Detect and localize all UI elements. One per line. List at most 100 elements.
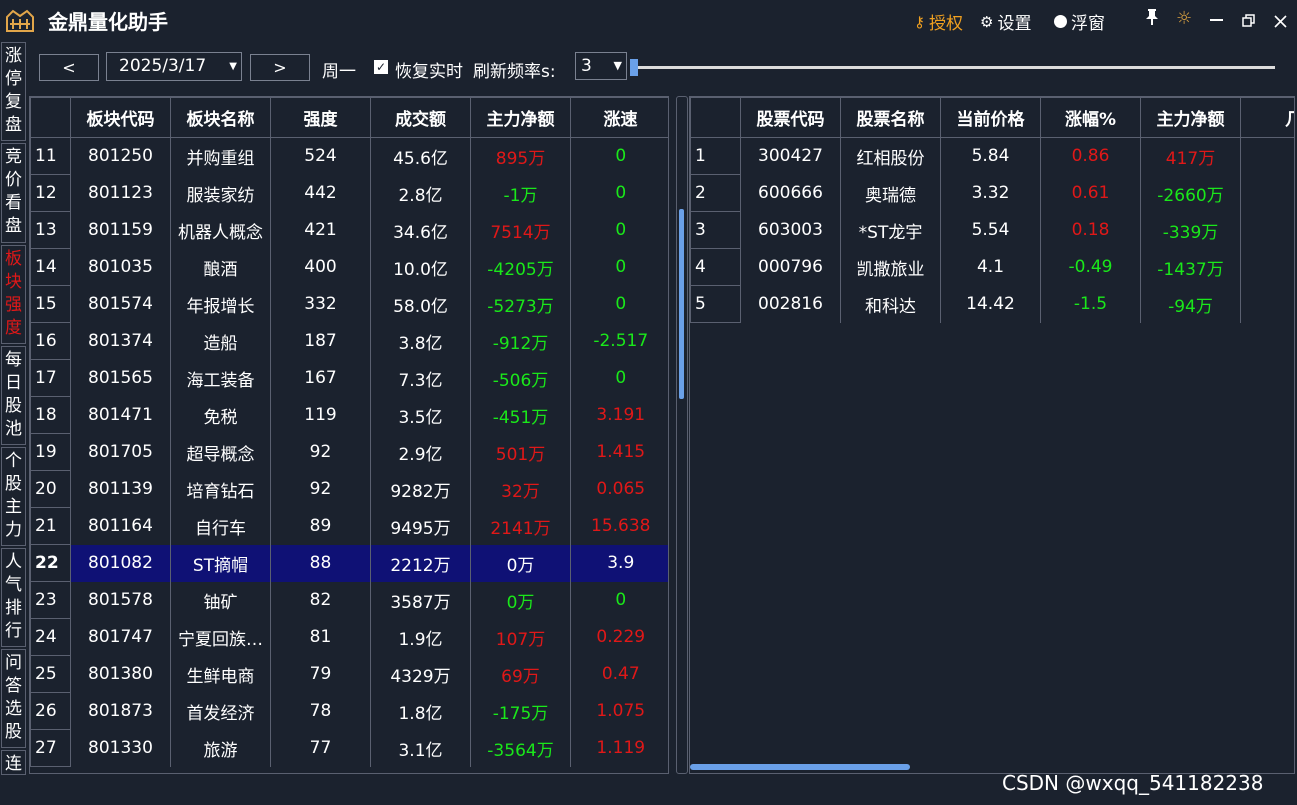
sector-name-cell: 机器人概念 [170,211,271,249]
table-row[interactable]: 17 801565 海工装备 167 7.3亿 -506万 0 [30,359,668,397]
strength-cell: 524 [270,137,371,175]
table-row[interactable]: 25 801380 生鲜电商 79 4329万 69万 0.47 [30,655,668,693]
sidenav-item-stock-main[interactable]: 个股主力 [1,447,26,546]
sector-code-cell: 801380 [70,655,171,693]
main-net-cell: 2141万 [470,507,571,545]
row-number: 2 [690,174,741,212]
volume-cell: 58.0亿 [370,285,471,323]
settings-button[interactable]: ⚙ 设置 [980,9,1031,35]
sidenav-item-sector-strength[interactable]: 板块强度 [1,245,26,344]
header-sector-code[interactable]: 板块代码 [70,97,171,138]
theme-sun-icon[interactable]: ☼ [1176,8,1192,29]
volume-cell: 1.9亿 [370,618,471,656]
sector-name-cell: 自行车 [170,507,271,545]
minimize-icon[interactable] [1210,6,1224,31]
volume-cell: 3.5亿 [370,396,471,434]
refresh-rate-label: 刷新频率s: [473,62,556,82]
table-row[interactable]: 23 801578 铀矿 82 3587万 0万 0 [30,581,668,619]
table-row[interactable]: 12 801123 服装家纺 442 2.8亿 -1万 0 [30,174,668,212]
vertical-scrollbar[interactable] [676,96,688,774]
table-row[interactable]: 18 801471 免税 119 3.5亿 -451万 3.191 [30,396,668,434]
sidenav-item-auction[interactable]: 竞价看盘 [1,143,26,243]
sector-name-cell: 造船 [170,322,271,360]
key-icon: ⚷ [914,12,925,31]
strength-cell: 119 [270,396,371,434]
header-change-pct[interactable]: 涨幅% [1040,97,1141,138]
sidenav-item-popularity[interactable]: 人气排行 [1,548,26,647]
strength-cell: 78 [270,692,371,730]
speed-cell: 0 [570,359,668,397]
speed-cell: 15.638 [570,507,668,545]
strength-cell: 79 [270,655,371,693]
sidenav-item-limit-up-review[interactable]: 涨停复盘 [1,42,26,141]
table-row[interactable]: 13 801159 机器人概念 421 34.6亿 7514万 0 [30,211,668,249]
table-row[interactable]: 27 801330 旅游 77 3.1亿 -3564万 1.119 [30,729,668,767]
strength-cell: 167 [270,359,371,397]
row-number: 19 [30,433,71,471]
table-row[interactable]: 4 000796 凯撒旅业 4.1 -0.49 -1437万 [690,248,1294,286]
table-row[interactable]: 11 801250 并购重组 524 45.6亿 895万 0 [30,137,668,175]
table-row[interactable]: 3 603003 *ST龙宇 5.54 0.18 -339万 [690,211,1294,249]
sidenav-item-more[interactable]: 连 [1,750,26,775]
sector-code-cell: 801123 [70,174,171,212]
change-pct-cell: -1.5 [1040,285,1141,323]
header-speed[interactable]: 涨速 [570,97,668,138]
row-number: 22 [30,544,71,582]
speed-cell: 0 [570,211,668,249]
main-net-cell: -451万 [470,396,571,434]
header-stock-name[interactable]: 股票名称 [840,97,941,138]
header-main-net[interactable]: 主力净额 [1140,97,1241,138]
sector-code-cell: 801574 [70,285,171,323]
row-number: 27 [30,729,71,767]
board-count-cell [1240,211,1294,249]
speed-cell: 1.119 [570,729,668,767]
sector-code-cell: 801873 [70,692,171,730]
horizontal-scrollbar-thumb[interactable] [690,764,910,770]
table-row[interactable]: 15 801574 年报增长 332 58.0亿 -5273万 0 [30,285,668,323]
board-count-cell [1240,137,1294,175]
table-row[interactable]: 20 801139 培育钻石 92 9282万 32万 0.065 [30,470,668,508]
table-row[interactable]: 21 801164 自行车 89 9495万 2141万 15.638 [30,507,668,545]
sidenav-item-qa-select[interactable]: 问答选股 [1,649,26,748]
table-row[interactable]: 1 300427 红相股份 5.84 0.86 417万 [690,137,1294,175]
pin-icon[interactable] [1144,8,1160,31]
table-row[interactable]: 5 002816 和科达 14.42 -1.5 -94万 [690,285,1294,323]
auth-button[interactable]: ⚷ 授权 [914,9,963,35]
slider-track[interactable] [635,66,1275,69]
header-volume[interactable]: 成交额 [370,97,471,138]
header-stock-code[interactable]: 股票代码 [740,97,841,138]
chevron-down-icon: ▼ [613,59,622,72]
header-sector-name[interactable]: 板块名称 [170,97,271,138]
vertical-scrollbar-thumb[interactable] [679,209,684,399]
header-board-count[interactable]: 几板 [1240,97,1294,138]
sidenav-item-daily-pool[interactable]: 每日股池 [1,346,26,445]
table-row[interactable]: 16 801374 造船 187 3.8亿 -912万 -2.517 [30,322,668,360]
table-row[interactable]: 2 600666 奥瑞德 3.32 0.61 -2660万 [690,174,1294,212]
refresh-rate-select[interactable]: 3 ▼ [575,52,627,80]
close-icon[interactable] [1274,12,1287,33]
prev-day-button[interactable]: < [39,54,99,81]
slider-thumb[interactable] [630,59,638,76]
table-row[interactable]: 24 801747 宁夏回族… 81 1.9亿 107万 0.229 [30,618,668,656]
restore-realtime-checkbox[interactable]: ✓ [374,60,388,74]
speed-cell: 0 [570,248,668,286]
header-main-net[interactable]: 主力净额 [470,97,571,138]
table-row[interactable]: 26 801873 首发经济 78 1.8亿 -175万 1.075 [30,692,668,730]
table-row[interactable]: 22 801082 ST摘帽 88 2212万 0万 3.9 [30,544,668,582]
sector-name-cell: 宁夏回族… [170,618,271,656]
table-row[interactable]: 19 801705 超导概念 92 2.9亿 501万 1.415 [30,433,668,471]
speed-cell: 1.415 [570,433,668,471]
header-rownum [30,97,71,138]
table-row[interactable]: 14 801035 酿酒 400 10.0亿 -4205万 0 [30,248,668,286]
date-picker[interactable]: 2025/3/17 ▼ [106,52,242,81]
speed-cell: 0 [570,285,668,323]
header-price[interactable]: 当前价格 [940,97,1041,138]
restore-icon[interactable] [1242,12,1256,33]
main-net-cell: -506万 [470,359,571,397]
header-strength[interactable]: 强度 [270,97,371,138]
main-net-cell: -912万 [470,322,571,360]
float-window-button[interactable]: 浮窗 [1054,9,1105,34]
main-net-cell: 0万 [470,581,571,619]
next-day-button[interactable]: > [250,54,310,81]
sector-name-cell: ST摘帽 [170,544,271,582]
